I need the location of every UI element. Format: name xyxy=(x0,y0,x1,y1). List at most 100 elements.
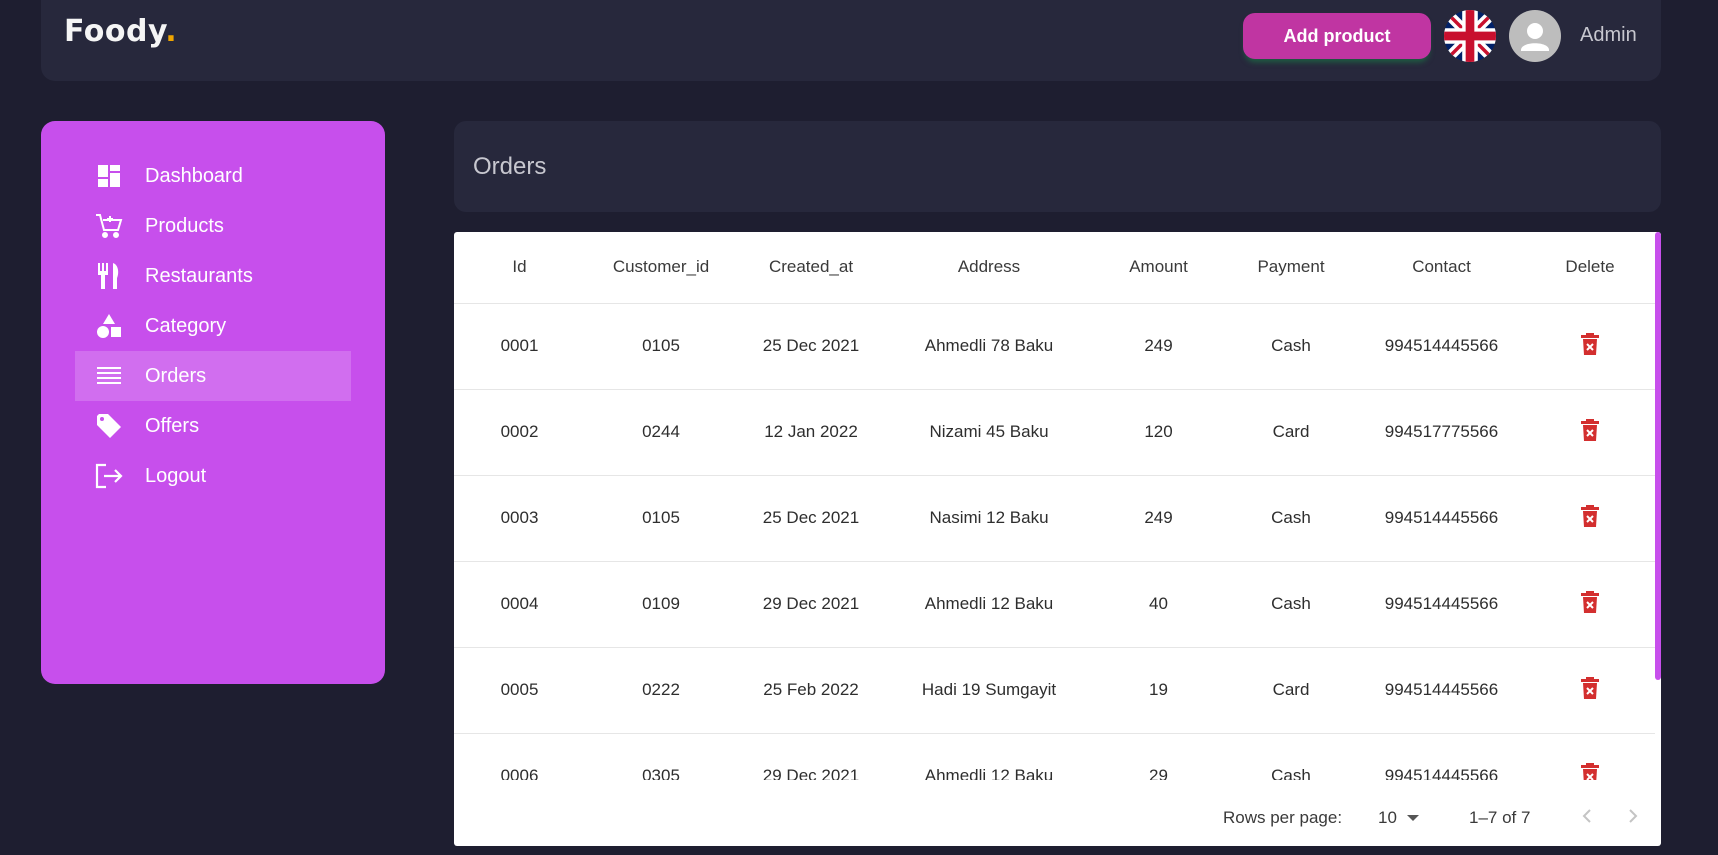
orders-table-scroll[interactable]: Id Customer_id Created_at Address Amount… xyxy=(454,232,1655,780)
sidebar-item-offers[interactable]: Offers xyxy=(75,401,351,451)
trash-icon[interactable] xyxy=(1581,504,1599,532)
cell-payment: Cash xyxy=(1224,303,1358,390)
cell-created-at: 29 Dec 2021 xyxy=(737,561,885,648)
cell-delete xyxy=(1525,733,1655,780)
shapes-icon xyxy=(95,312,123,340)
trash-icon[interactable] xyxy=(1581,332,1599,360)
top-header: Foody. Add product Admin xyxy=(41,0,1661,81)
user-name[interactable]: Admin xyxy=(1580,24,1637,47)
trash-icon[interactable] xyxy=(1581,762,1599,780)
sidebar-item-label: Category xyxy=(145,314,227,337)
orders-table-body: 0001 0105 25 Dec 2021 Ahmedli 78 Baku 249 Cas… xyxy=(454,303,1655,780)
list-icon xyxy=(95,362,123,390)
cell-payment: Cash xyxy=(1224,475,1358,562)
sidebar-item-label: Products xyxy=(145,214,224,237)
table-scrollbar[interactable] xyxy=(1655,232,1661,680)
cell-amount: 249 xyxy=(1093,475,1224,562)
rows-per-page-select[interactable]: 10 xyxy=(1378,808,1419,828)
chevron-right-icon xyxy=(1629,809,1638,823)
next-page-button[interactable] xyxy=(1621,804,1645,828)
column-header-payment[interactable]: Payment xyxy=(1224,232,1358,304)
sidebar-item-products[interactable]: Products xyxy=(75,201,351,251)
sidebar-item-restaurants[interactable]: Restaurants xyxy=(75,251,351,301)
cell-amount: 29 xyxy=(1093,733,1224,780)
column-header-delete[interactable]: Delete xyxy=(1525,232,1655,304)
user-avatar-icon[interactable] xyxy=(1509,10,1561,62)
cell-customer-id: 0244 xyxy=(585,389,737,476)
app-logo[interactable]: Foody. xyxy=(64,14,177,49)
uk-flag-icon[interactable] xyxy=(1444,10,1496,62)
cell-delete xyxy=(1525,647,1655,734)
add-product-button[interactable]: Add product xyxy=(1243,13,1431,59)
sidebar-item-label: Logout xyxy=(145,464,207,487)
sidebar-item-label: Dashboard xyxy=(145,164,243,187)
sidebar: Dashboard Products Restaurants Category … xyxy=(41,121,385,684)
cell-amount: 120 xyxy=(1093,389,1224,476)
cell-contact: 994517775566 xyxy=(1358,389,1525,476)
column-header-contact[interactable]: Contact xyxy=(1358,232,1525,304)
sidebar-item-label: Offers xyxy=(145,414,200,437)
cell-customer-id: 0109 xyxy=(585,561,737,648)
sidebar-item-dashboard[interactable]: Dashboard xyxy=(75,151,351,201)
cell-contact: 994514445566 xyxy=(1358,561,1525,648)
cell-address: Ahmedli 12 Baku xyxy=(885,733,1093,780)
cell-id: 0001 xyxy=(454,303,585,390)
column-header-amount[interactable]: Amount xyxy=(1093,232,1224,304)
cell-customer-id: 0222 xyxy=(585,647,737,734)
table-pagination: Rows per page: 10 1–7 of 7 xyxy=(454,780,1661,846)
cell-address: Hadi 19 Sumgayit xyxy=(885,647,1093,734)
table-row[interactable]: 0003 0105 25 Dec 2021 Nasimi 12 Baku 249 Cash… xyxy=(454,475,1655,562)
tag-icon xyxy=(95,412,123,440)
table-row[interactable]: 0001 0105 25 Dec 2021 Ahmedli 78 Baku 249 Cas… xyxy=(454,303,1655,390)
cell-address: Ahmedli 12 Baku xyxy=(885,561,1093,648)
cell-created-at: 29 Dec 2021 xyxy=(737,733,885,780)
table-row[interactable]: 0006 0305 29 Dec 2021 Ahmedli 12 Baku 29 Cash… xyxy=(454,733,1655,780)
cell-address: Nizami 45 Baku xyxy=(885,389,1093,476)
cell-id: 0006 xyxy=(454,733,585,780)
cell-created-at: 25 Dec 2021 xyxy=(737,475,885,562)
cell-delete xyxy=(1525,303,1655,390)
trash-icon[interactable] xyxy=(1581,590,1599,618)
previous-page-button[interactable] xyxy=(1575,804,1599,828)
page-range: 1–7 of 7 xyxy=(1469,808,1531,827)
cell-created-at: 25 Feb 2022 xyxy=(737,647,885,734)
cell-payment: Card xyxy=(1224,389,1358,476)
rows-per-page-label: Rows per page: xyxy=(1223,808,1343,827)
logo-text: Foody xyxy=(64,14,166,49)
table-row[interactable]: 0002 0244 12 Jan 2022 Nizami 45 Baku 120 Card… xyxy=(454,389,1655,476)
trash-icon[interactable] xyxy=(1581,418,1599,446)
table-row[interactable]: 0004 0109 29 Dec 2021 Ahmedli 12 Baku 40 Cash… xyxy=(454,561,1655,648)
cell-payment: Cash xyxy=(1224,733,1358,780)
page-title: Orders xyxy=(473,153,547,180)
column-header-created-at[interactable]: Created_at xyxy=(737,232,885,304)
sidebar-item-orders[interactable]: Orders xyxy=(75,351,351,401)
cell-contact: 994514445566 xyxy=(1358,475,1525,562)
caret-down-icon xyxy=(1406,815,1419,821)
cell-id: 0005 xyxy=(454,647,585,734)
column-header-id[interactable]: Id xyxy=(454,232,585,304)
cell-delete xyxy=(1525,475,1655,562)
cell-address: Nasimi 12 Baku xyxy=(885,475,1093,562)
cart-icon xyxy=(95,212,123,240)
table-row[interactable]: 0005 0222 25 Feb 2022 Hadi 19 Sumgayit 19 Car… xyxy=(454,647,1655,734)
cell-customer-id: 0105 xyxy=(585,303,737,390)
sidebar-item-logout[interactable]: Logout xyxy=(75,451,351,501)
rows-per-page-value: 10 xyxy=(1378,808,1397,827)
cell-id: 0002 xyxy=(454,389,585,476)
cell-delete xyxy=(1525,389,1655,476)
cell-amount: 40 xyxy=(1093,561,1224,648)
trash-icon[interactable] xyxy=(1581,676,1599,704)
sidebar-item-label: Restaurants xyxy=(145,264,253,287)
page-title-panel: Orders xyxy=(454,121,1661,212)
cell-payment: Cash xyxy=(1224,561,1358,648)
cell-address: Ahmedli 78 Baku xyxy=(885,303,1093,390)
orders-table: Id Customer_id Created_at Address Amount… xyxy=(454,232,1655,780)
cell-contact: 994514445566 xyxy=(1358,303,1525,390)
column-header-address[interactable]: Address xyxy=(885,232,1093,304)
cell-payment: Card xyxy=(1224,647,1358,734)
sidebar-item-category[interactable]: Category xyxy=(75,301,351,351)
cell-contact: 994514445566 xyxy=(1358,733,1525,780)
column-header-customer-id[interactable]: Customer_id xyxy=(585,232,737,304)
cell-created-at: 25 Dec 2021 xyxy=(737,303,885,390)
table-header-row: Id Customer_id Created_at Address Amount… xyxy=(454,232,1655,304)
